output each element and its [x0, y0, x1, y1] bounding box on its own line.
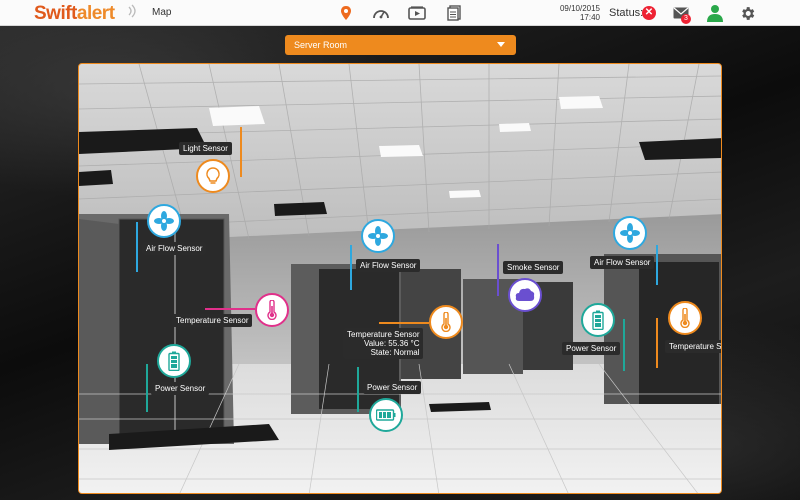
battery-icon [592, 310, 604, 330]
temp-left-sensor-label: Temperature Sensor [172, 314, 253, 327]
temp-mid-value: Value: 55.36 °C [363, 339, 420, 348]
power-mid-leader [357, 367, 359, 412]
airflow-left-sensor-label: Air Flow Sensor [142, 242, 207, 255]
power-right-leader [623, 319, 625, 371]
airflow-left-leader [136, 222, 138, 272]
temp-mid-sensor-button[interactable] [429, 305, 463, 339]
airflow-left-sensor-button[interactable] [147, 204, 181, 238]
airflow-mid-leader [350, 245, 352, 290]
dashboard-gauge-icon[interactable] [372, 4, 390, 22]
error-x-icon[interactable]: ✕ [642, 6, 656, 20]
power-mid-sensor-button[interactable] [369, 398, 403, 432]
temp-mid-leader [379, 322, 429, 324]
server-room-scene [79, 64, 721, 493]
airflow-right-leader [656, 245, 658, 285]
airflow-mid-sensor-button[interactable] [361, 219, 395, 253]
smoke-sensor-label: Smoke Sensor [503, 261, 564, 274]
airflow-right-sensor-label: Air Flow Sensor [590, 256, 655, 269]
temp-right-sensor-label: Temperature Sensor [665, 340, 721, 353]
document-icon[interactable] [445, 4, 463, 22]
status-label: Status: [609, 7, 644, 19]
power-left-leader [146, 364, 148, 412]
date-text: 09/10/2015 [559, 4, 600, 13]
signal-waves-icon [128, 4, 136, 18]
smoke-sensor-button[interactable] [508, 278, 542, 312]
date-time: 09/10/2015 17:40 [548, 4, 600, 22]
temp-left-leader [205, 308, 255, 310]
temp-mid-sensor-tooltip: Temperature Sensor Value: 55.36 °C State… [343, 328, 424, 359]
room-map[interactable]: Light Sensor Air Flow Sensor Air Flow Se… [78, 63, 722, 494]
power-left-sensor-label: Power Sensor [151, 382, 210, 395]
time-text: 17:40 [579, 13, 600, 22]
mail-count-badge: 3 [681, 14, 691, 24]
room-select-dropdown[interactable]: Server Room [285, 35, 516, 55]
temp-left-sensor-button[interactable] [255, 293, 289, 327]
temp-mid-state: State: Normal [370, 348, 420, 357]
light-sensor-leader [240, 127, 242, 177]
smoke-leader [497, 244, 499, 296]
airflow-right-sensor-button[interactable] [613, 216, 647, 250]
temp-mid-sensor-label: Temperature Sensor [347, 330, 420, 339]
lightbulb-icon [206, 167, 220, 184]
thermometer-icon [680, 308, 690, 328]
fan-icon [620, 223, 640, 243]
chevron-down-icon [497, 42, 505, 47]
thermometer-icon [441, 312, 451, 332]
video-icon[interactable] [408, 4, 426, 22]
logo-text-swift: Swift [34, 3, 77, 24]
smoke-icon [515, 288, 535, 301]
light-sensor-label: Light Sensor [179, 142, 232, 155]
logo-text-alert: alert [76, 3, 115, 24]
fan-icon [154, 211, 174, 231]
light-sensor-button[interactable] [196, 159, 230, 193]
power-right-sensor-button[interactable] [581, 303, 615, 337]
power-mid-sensor-label: Power Sensor [363, 381, 422, 394]
top-bar: Swiftalert Map 09/10/2015 17:40 Status: … [0, 0, 800, 26]
power-right-sensor-label: Power Sensor [562, 342, 621, 355]
battery-icon [376, 409, 396, 421]
power-left-sensor-button[interactable] [157, 344, 191, 378]
user-icon[interactable] [706, 4, 724, 22]
temp-right-sensor-button[interactable] [668, 301, 702, 335]
airflow-mid-sensor-label: Air Flow Sensor [356, 259, 421, 272]
gear-icon[interactable] [739, 5, 756, 22]
fan-icon [368, 226, 388, 246]
temp-right-leader [656, 318, 658, 368]
page-title: Map [152, 7, 172, 18]
app-logo[interactable]: Swiftalert [34, 3, 115, 25]
battery-icon [168, 351, 180, 371]
thermometer-icon [267, 300, 277, 320]
map-pin-icon[interactable] [337, 4, 355, 22]
room-select-value: Server Room [294, 40, 348, 50]
